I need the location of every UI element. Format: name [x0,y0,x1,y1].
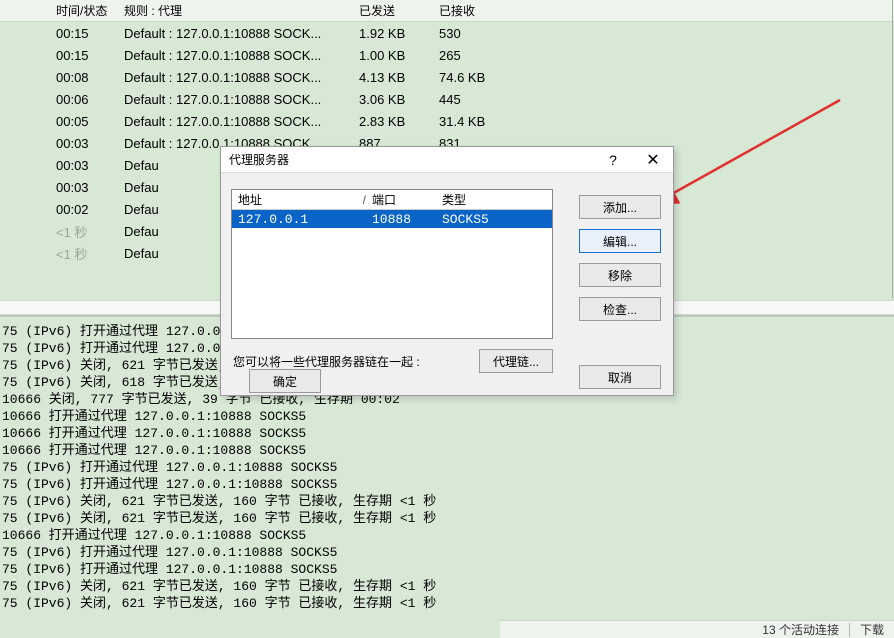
proxy-server-dialog: 代理服务器 ? ✕ 地址 / 端口 类型 127.0.0.1 10888 SOC… [220,146,674,396]
cell-sent: 1.00 KB [355,48,435,63]
cell-rule: Default : 127.0.0.1:10888 SOCK... [120,70,355,85]
log-line: 75 (IPv6) 关闭, 621 字节已发送, 160 字节 已接收, 生存期… [2,510,892,527]
cell-port: 10888 [372,212,442,227]
log-line: 10666 打开通过代理 127.0.0.1:10888 SOCKS5 [2,442,892,459]
header-address[interactable]: 地址 / [232,191,372,208]
cell-sent: 2.83 KB [355,114,435,129]
cell-recv: 265 [435,48,535,63]
header-recv[interactable]: 已接收 [435,2,535,19]
log-line: 75 (IPv6) 打开通过代理 127.0.0.1:10888 SOCKS5 [2,544,892,561]
cell-sent: 1.92 KB [355,26,435,41]
cell-time: 00:03 [0,180,120,195]
cell-time: 00:15 [0,48,120,63]
table-row[interactable]: 00:15Default : 127.0.0.1:10888 SOCK...1.… [0,44,894,66]
add-button[interactable]: 添加... [579,195,661,219]
log-line: 75 (IPv6) 打开通过代理 127.0.0.1:10888 SOCKS5 [2,459,892,476]
dialog-title-text: 代理服务器 [229,151,289,168]
cell-address: 127.0.0.1 [232,212,372,227]
log-line: 75 (IPv6) 关闭, 621 字节已发送, 160 字节 已接收, 生存期… [2,578,892,595]
header-port[interactable]: 端口 [372,191,442,208]
cell-type: SOCKS5 [442,212,532,227]
cell-time: 00:15 [0,26,120,41]
table-row[interactable]: 00:06Default : 127.0.0.1:10888 SOCK...3.… [0,88,894,110]
log-line: 75 (IPv6) 打开通过代理 127.0.0.1:10888 SOCKS5 [2,476,892,493]
log-line: 10666 打开通过代理 127.0.0.1:10888 SOCKS5 [2,527,892,544]
cell-sent: 3.06 KB [355,92,435,107]
proxy-chain-button[interactable]: 代理链... [479,349,553,373]
header-time[interactable]: 时间/状态 [0,2,120,19]
close-button[interactable]: ✕ [633,147,673,173]
check-button[interactable]: 检查... [579,297,661,321]
cell-time: 00:03 [0,136,120,151]
header-rule[interactable]: 规则 : 代理 [120,2,355,19]
proxy-list-header: 地址 / 端口 类型 [232,190,552,210]
proxy-list[interactable]: 地址 / 端口 类型 127.0.0.1 10888 SOCKS5 [231,189,553,339]
cell-time: 00:06 [0,92,120,107]
status-active-connections: 13 个活动连接 [762,621,839,638]
table-header-row: 时间/状态 规则 : 代理 已发送 已接收 [0,0,894,22]
status-download-label: 下载 [860,621,894,638]
column-divider [892,0,893,298]
edit-button[interactable]: 编辑... [579,229,661,253]
cell-recv: 31.4 KB [435,114,535,129]
cell-time: <1 秒 [0,222,120,241]
cell-time: <1 秒 [0,244,120,263]
remove-button[interactable]: 移除 [579,263,661,287]
cell-rule: Default : 127.0.0.1:10888 SOCK... [120,26,355,41]
table-row[interactable]: 00:05Default : 127.0.0.1:10888 SOCK...2.… [0,110,894,132]
log-line: 75 (IPv6) 打开通过代理 127.0.0.1:10888 SOCKS5 [2,561,892,578]
cell-rule: Default : 127.0.0.1:10888 SOCK... [120,48,355,63]
cancel-button[interactable]: 取消 [579,365,661,389]
table-row[interactable]: 00:15Default : 127.0.0.1:10888 SOCK...1.… [0,22,894,44]
cell-time: 00:02 [0,202,120,217]
header-type[interactable]: 类型 [442,191,532,208]
log-line: 75 (IPv6) 关闭, 621 字节已发送, 160 字节 已接收, 生存期… [2,595,892,612]
sort-indicator-icon: / [363,193,366,207]
log-line: 10666 打开通过代理 127.0.0.1:10888 SOCKS5 [2,425,892,442]
hint-text: 您可以将一些代理服务器链在一起 : [233,353,420,370]
cell-time: 00:03 [0,158,120,173]
ok-button[interactable]: 确定 [249,369,321,393]
cell-time: 00:08 [0,70,120,85]
proxy-list-row-selected[interactable]: 127.0.0.1 10888 SOCKS5 [232,210,552,228]
help-button[interactable]: ? [593,147,633,173]
cell-rule: Default : 127.0.0.1:10888 SOCK... [120,114,355,129]
log-line: 75 (IPv6) 关闭, 621 字节已发送, 160 字节 已接收, 生存期… [2,493,892,510]
cell-rule: Default : 127.0.0.1:10888 SOCK... [120,92,355,107]
dialog-titlebar[interactable]: 代理服务器 ? ✕ [221,147,673,173]
cell-recv: 530 [435,26,535,41]
log-line: 10666 打开通过代理 127.0.0.1:10888 SOCKS5 [2,408,892,425]
cell-sent: 4.13 KB [355,70,435,85]
header-sent[interactable]: 已发送 [355,2,435,19]
cell-recv: 445 [435,92,535,107]
table-row[interactable]: 00:08Default : 127.0.0.1:10888 SOCK...4.… [0,66,894,88]
cell-recv: 74.6 KB [435,70,535,85]
status-bar: 13 个活动连接 下载 [500,620,894,638]
cell-time: 00:05 [0,114,120,129]
